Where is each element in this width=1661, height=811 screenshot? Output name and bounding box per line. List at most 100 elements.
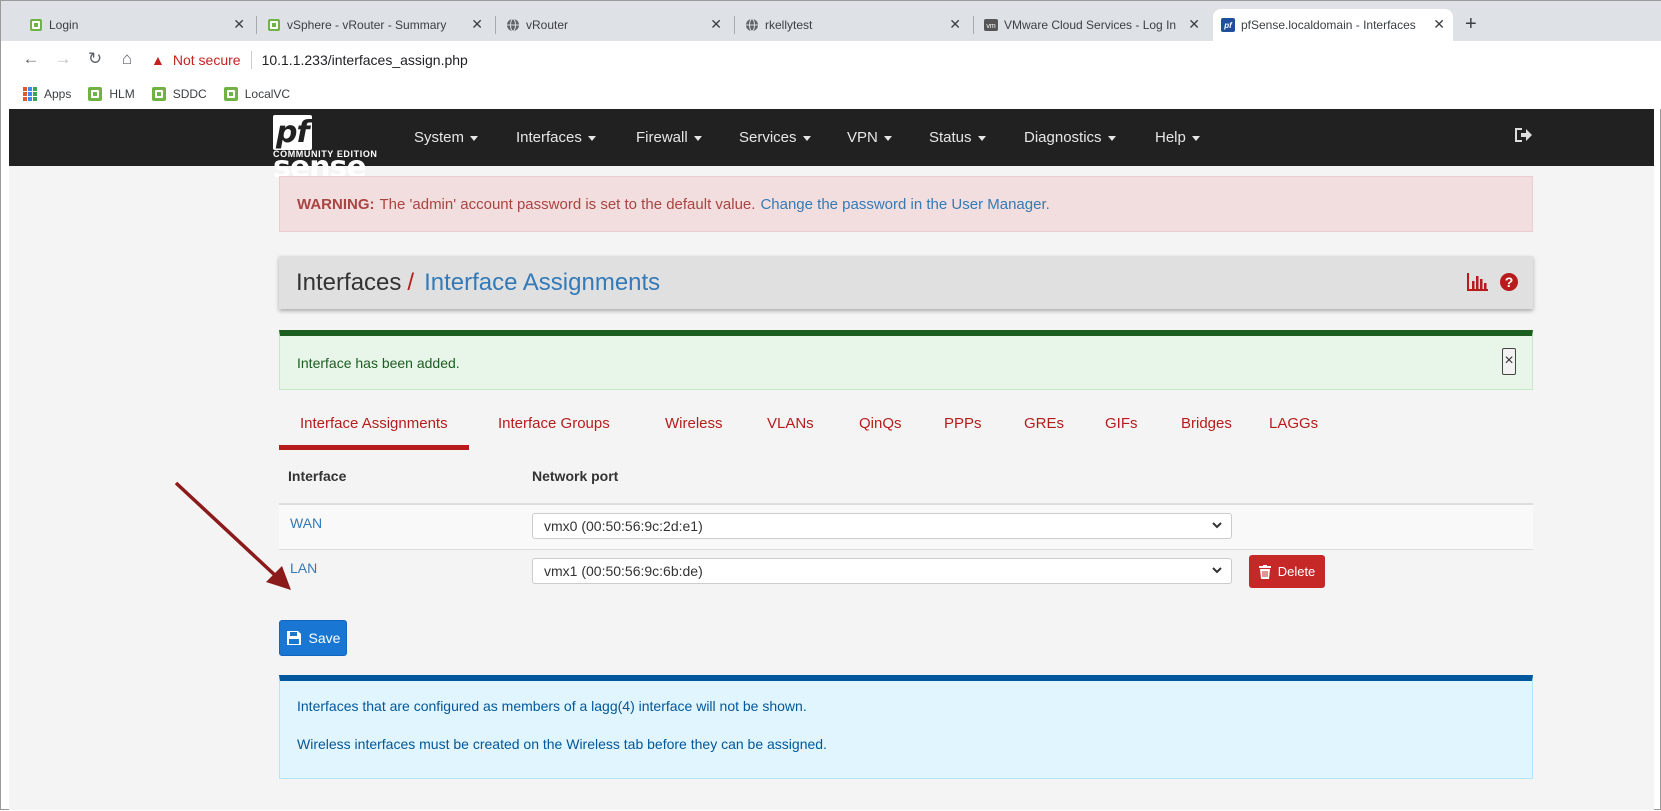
browser-tab-login[interactable]: Login ✕ [21, 9, 253, 41]
bookmark-label: Apps [44, 86, 72, 101]
tab-title: Login [49, 18, 79, 32]
menu-services[interactable]: Services [739, 109, 811, 166]
tab-title: pfSense.localdomain - Interfaces [1241, 18, 1416, 32]
tab-title: rkellytest [765, 18, 813, 32]
success-message: Interface has been added. [297, 354, 460, 371]
bookmark-label: HLM [109, 86, 135, 101]
tab-vlans[interactable]: VLANs [767, 400, 814, 450]
table-row: WAN vmx0 (00:50:56:9c:2d:e1) [279, 505, 1533, 550]
bookmark-localvc[interactable]: LocalVC [223, 86, 290, 102]
tab-title: VMware Cloud Services - Log In [1004, 18, 1177, 32]
browser-tab-vsphere[interactable]: vSphere - vRouter - Summary ✕ [259, 9, 491, 41]
tab-title: vRouter [526, 18, 569, 32]
pfsense-logo[interactable]: pfsense COMMUNITY EDITION [273, 115, 389, 185]
close-icon[interactable]: ✕ [233, 16, 245, 33]
browser-window: Login ✕ vSphere - vRouter - Summary ✕ vR… [0, 0, 1661, 810]
svg-text:?: ? [1505, 274, 1514, 290]
warning-label: WARNING: [297, 195, 375, 213]
info-alert: Interfaces that are configured as member… [279, 675, 1533, 779]
menu-firewall[interactable]: Firewall [636, 109, 702, 166]
table-row: LAN vmx1 (00:50:56:9c:6b:de) Delete [279, 550, 1533, 595]
interface-link-lan[interactable]: LAN [290, 560, 317, 576]
tab-gifs[interactable]: GIFs [1105, 400, 1138, 450]
new-tab-icon[interactable]: + [1465, 13, 1477, 36]
browser-toolbar: ← → ↻ ⌂ ▲ Not secure 10.1.1.233/interfac… [1, 41, 1661, 78]
vsphere-icon [268, 19, 280, 31]
apps-grid-icon [23, 86, 37, 101]
top-navbar: pfsense COMMUNITY EDITION System Interfa… [9, 109, 1654, 185]
help-icon[interactable]: ? [1499, 272, 1519, 292]
column-header-interface: Interface [288, 468, 347, 484]
tab-title: vSphere - vRouter - Summary [287, 18, 447, 32]
chart-icon[interactable] [1467, 272, 1489, 292]
user-manager-link[interactable]: Change the password in the User Manager. [760, 196, 1049, 213]
warning-icon: ▲ [151, 51, 165, 68]
delete-button[interactable]: Delete [1249, 555, 1325, 588]
back-icon[interactable]: ← [21, 49, 41, 69]
tab-laggs[interactable]: LAGGs [1269, 400, 1318, 450]
svg-text:pf: pf [1223, 21, 1233, 30]
close-alert-button[interactable]: × [1502, 348, 1516, 375]
browser-tab-pfsense[interactable]: pf pfSense.localdomain - Interfaces ✕ [1213, 9, 1453, 41]
browser-tab-vrouter[interactable]: vRouter ✕ [498, 9, 730, 41]
menu-interfaces[interactable]: Interfaces [516, 109, 596, 166]
save-button[interactable]: Save [279, 620, 347, 656]
globe-icon [746, 18, 758, 32]
tab-interface-assignments[interactable]: Interface Assignments [279, 400, 469, 450]
page-title[interactable]: Interface Assignments [424, 269, 660, 297]
chevron-down-icon [1212, 567, 1222, 574]
network-port-select-lan[interactable]: vmx1 (00:50:56:9c:6b:de) [532, 558, 1232, 584]
tab-wireless[interactable]: Wireless [665, 400, 723, 450]
bookmark-apps[interactable]: Apps [23, 86, 72, 101]
chevron-down-icon [1212, 522, 1222, 529]
close-icon[interactable]: ✕ [471, 16, 483, 33]
success-alert: Interface has been added. × [279, 330, 1533, 390]
close-icon[interactable]: ✕ [710, 16, 722, 33]
vmware-icon: vm [984, 19, 998, 31]
close-icon[interactable]: ✕ [949, 16, 961, 33]
bookmark-hlm[interactable]: HLM [87, 86, 135, 102]
menu-system[interactable]: System [414, 109, 478, 166]
browser-tab-vmware-cloud[interactable]: vm VMware Cloud Services - Log In ✕ [976, 9, 1208, 41]
close-icon[interactable]: ✕ [1433, 16, 1445, 33]
tab-bridges[interactable]: Bridges [1181, 400, 1232, 450]
tab-strip: Login ✕ vSphere - vRouter - Summary ✕ vR… [1, 1, 1661, 41]
tab-divider [495, 16, 496, 34]
reload-icon[interactable]: ↻ [85, 49, 105, 69]
default-password-warning: WARNING: The 'admin' account password is… [279, 176, 1533, 232]
info-line: Wireless interfaces must be created on t… [297, 736, 827, 752]
save-label: Save [308, 630, 341, 646]
forward-icon[interactable]: → [53, 49, 73, 69]
tab-divider [256, 16, 257, 34]
breadcrumb-interfaces[interactable]: Interfaces [296, 269, 401, 297]
page-content: pfsense COMMUNITY EDITION System Interfa… [9, 109, 1654, 810]
tab-ppps[interactable]: PPPs [944, 400, 982, 450]
trash-icon [1258, 564, 1271, 579]
tab-qinqs[interactable]: QinQs [859, 400, 902, 450]
menu-status[interactable]: Status [929, 109, 986, 166]
url-text: 10.1.1.233/interfaces_assign.php [261, 51, 468, 68]
menu-vpn[interactable]: VPN [847, 109, 892, 166]
selected-port: vmx0 (00:50:56:9c:2d:e1) [544, 518, 703, 534]
address-bar[interactable]: ▲ Not secure 10.1.1.233/interfaces_assig… [151, 45, 1651, 74]
browser-tab-rkellytest[interactable]: rkellytest ✕ [737, 9, 969, 41]
warning-text: The 'admin' account password is set to t… [379, 195, 756, 213]
page-header: Interfaces / Interface Assignments ? [279, 256, 1533, 309]
bookmark-label: LocalVC [244, 86, 291, 101]
info-line: Interfaces that are configured as member… [297, 698, 807, 714]
menu-diagnostics[interactable]: Diagnostics [1024, 109, 1116, 166]
home-icon[interactable]: ⌂ [117, 49, 137, 69]
menu-help[interactable]: Help [1155, 109, 1200, 166]
tab-interface-groups[interactable]: Interface Groups [498, 400, 610, 450]
vsphere-icon [88, 86, 103, 101]
interface-link-wan[interactable]: WAN [290, 515, 322, 531]
bookmark-sddc[interactable]: SDDC [151, 86, 207, 102]
tab-gres[interactable]: GREs [1024, 400, 1064, 450]
breadcrumb-separator: / [407, 268, 415, 296]
network-port-select-wan[interactable]: vmx0 (00:50:56:9c:2d:e1) [532, 513, 1232, 539]
interface-tabs: Interface Assignments Interface Groups W… [279, 400, 1533, 450]
close-icon[interactable]: ✕ [1188, 16, 1200, 33]
svg-text:vm: vm [986, 23, 996, 30]
logout-icon[interactable] [1513, 126, 1533, 144]
security-label: Not secure [172, 51, 241, 68]
